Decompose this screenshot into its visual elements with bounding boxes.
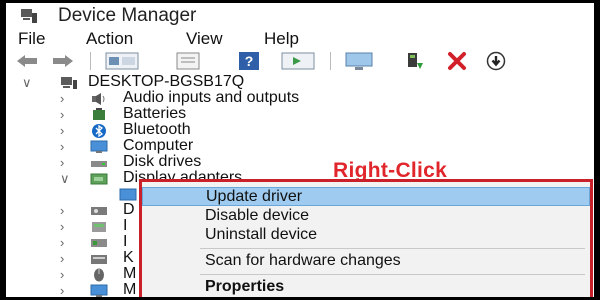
expand-chevron-icon[interactable]: › xyxy=(60,251,64,267)
properties-menu-item[interactable]: Properties xyxy=(142,278,590,297)
menu-item-label: Properties xyxy=(205,278,285,295)
run-icon[interactable] xyxy=(280,51,316,71)
computer-root-icon xyxy=(61,77,77,89)
battery-icon xyxy=(93,108,105,120)
uninstall-icon[interactable] xyxy=(444,51,470,71)
expand-chevron-icon[interactable]: › xyxy=(60,155,64,171)
scan-hardware-menu-item[interactable]: Scan for hardware changes xyxy=(142,252,590,271)
menu-help[interactable]: Help xyxy=(264,29,299,49)
expand-chevron-icon[interactable]: › xyxy=(60,107,64,123)
speaker-icon xyxy=(92,93,105,105)
toolbar-separator xyxy=(90,52,91,70)
monitor-icon xyxy=(119,188,137,201)
monitor-icon xyxy=(90,284,108,297)
tree-item-batteries[interactable]: › Batteries xyxy=(6,105,594,123)
expand-chevron-icon[interactable]: › xyxy=(60,267,64,283)
menu-action[interactable]: Action xyxy=(86,29,133,49)
device-manager-icon xyxy=(21,9,37,23)
menu-separator xyxy=(200,274,585,275)
tree-item-computer[interactable]: › Computer xyxy=(6,137,594,155)
menu-item-label: Disable device xyxy=(205,207,310,224)
menu-item-label: Update driver xyxy=(206,188,303,205)
title-bar: Device Manager xyxy=(6,3,594,27)
svg-text:?: ? xyxy=(245,53,254,69)
forward-arrow-icon[interactable] xyxy=(50,51,76,71)
disk-icon xyxy=(91,161,107,167)
menu-bar: File Action View Help xyxy=(6,27,594,49)
tree-item-label: M xyxy=(123,281,137,297)
expand-chevron-icon[interactable]: › xyxy=(60,123,64,139)
context-menu: Update driver Disable device Uninstall d… xyxy=(139,179,593,297)
expand-chevron-icon[interactable]: › xyxy=(60,139,64,155)
keyboard-icon xyxy=(91,255,107,264)
tree-item-bluetooth[interactable]: › Bluetooth xyxy=(6,121,594,139)
update-driver-icon[interactable] xyxy=(404,51,426,71)
device-manager-window: Device Manager File Action View Help ? ∨… xyxy=(6,3,594,297)
expand-chevron-icon[interactable]: › xyxy=(60,203,64,219)
ide-icon xyxy=(91,239,107,247)
uninstall-device-menu-item[interactable]: Uninstall device xyxy=(142,226,590,245)
help-icon[interactable]: ? xyxy=(236,51,262,71)
disable-device-menu-item[interactable]: Disable device xyxy=(142,207,590,226)
collapse-chevron-icon[interactable]: ∨ xyxy=(60,171,70,187)
expand-chevron-icon[interactable]: › xyxy=(60,235,64,251)
tree-root[interactable]: ∨ DESKTOP-BGSB17Q xyxy=(6,73,594,91)
menu-file[interactable]: File xyxy=(18,29,45,49)
tree-item-disk-drives[interactable]: › Disk drives xyxy=(6,153,594,171)
show-hide-tree-icon[interactable] xyxy=(104,51,140,71)
dvd-icon xyxy=(91,207,107,215)
tree-item-audio[interactable]: › Audio inputs and outputs xyxy=(6,89,594,107)
monitor-icon[interactable] xyxy=(342,51,376,71)
screenshot-frame: Device Manager File Action View Help ? ∨… xyxy=(0,0,600,300)
bluetooth-icon xyxy=(92,124,106,138)
properties-icon[interactable] xyxy=(174,51,202,71)
toolbar: ? xyxy=(6,49,594,73)
toolbar-separator xyxy=(330,52,331,70)
collapse-chevron-icon[interactable]: ∨ xyxy=(22,75,32,91)
expand-chevron-icon[interactable]: › xyxy=(60,283,64,297)
hid-icon xyxy=(92,222,106,232)
expand-chevron-icon[interactable]: › xyxy=(60,91,64,107)
menu-item-label: Uninstall device xyxy=(205,226,318,243)
computer-icon xyxy=(90,140,108,153)
update-driver-menu-item[interactable]: Update driver xyxy=(142,187,590,206)
back-arrow-icon[interactable] xyxy=(14,51,40,71)
menu-view[interactable]: View xyxy=(186,29,223,49)
download-icon[interactable] xyxy=(484,51,508,71)
menu-item-label: Scan for hardware changes xyxy=(205,252,401,269)
window-title: Device Manager xyxy=(58,5,197,26)
menu-separator xyxy=(200,248,585,249)
expand-chevron-icon[interactable]: › xyxy=(60,219,64,235)
mouse-icon xyxy=(94,268,104,282)
display-adapter-icon xyxy=(90,173,108,185)
